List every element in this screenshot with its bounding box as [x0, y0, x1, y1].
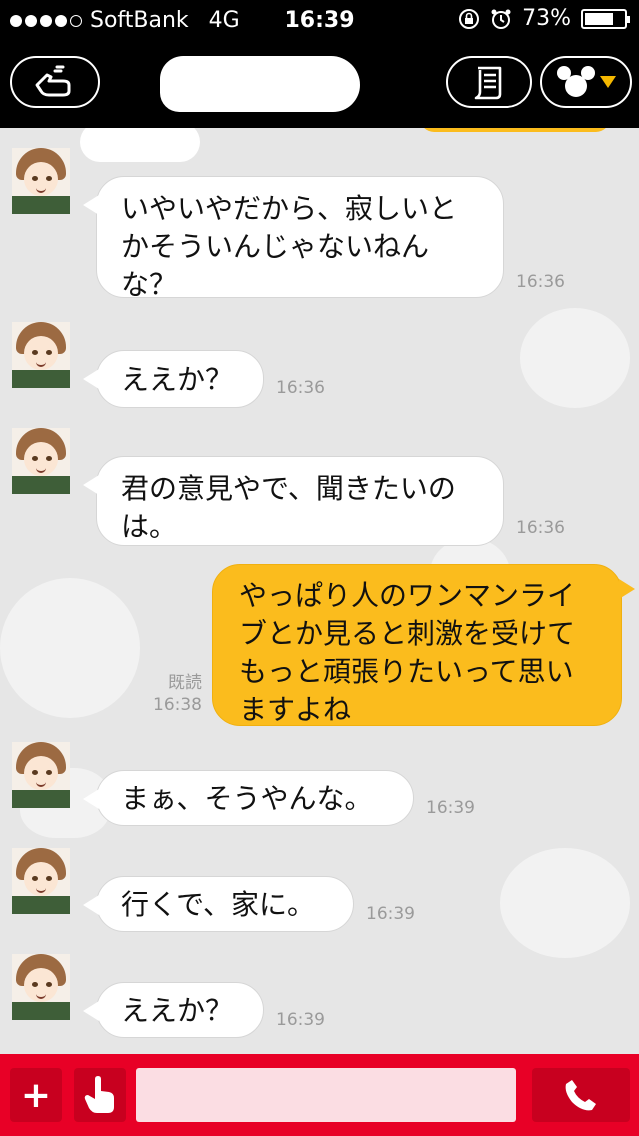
message-timestamp: 16:39 — [366, 904, 415, 924]
read-receipt: 既読 16:38 — [146, 672, 202, 716]
back-button[interactable] — [10, 56, 100, 108]
read-label: 既読 — [168, 673, 202, 693]
chat-title-redacted — [160, 56, 360, 112]
bg-pattern — [0, 578, 140, 718]
chat-area[interactable]: いやいやだから、寂しいとかそういんじゃないねんな？ 16:36 ええか？ 16:… — [0, 128, 639, 1054]
message-bubble-incoming[interactable]: まぁ、そうやんな。 — [83, 770, 414, 826]
scroll-note-icon — [474, 66, 502, 100]
hand-pointer-icon — [84, 1076, 114, 1113]
hand-back-icon — [35, 65, 71, 97]
rotation-lock-icon — [459, 8, 480, 29]
sender-avatar[interactable] — [12, 954, 70, 1020]
message-timestamp: 16:36 — [516, 518, 565, 538]
nav-bar — [0, 40, 639, 128]
battery-icon — [581, 8, 630, 29]
sender-avatar[interactable] — [12, 428, 70, 494]
sticker-button[interactable] — [74, 1068, 126, 1122]
message-bubble-incoming[interactable]: ええか？ — [83, 982, 264, 1038]
chevron-down-icon — [600, 76, 616, 88]
bg-pattern — [500, 848, 630, 958]
message-input[interactable] — [136, 1068, 516, 1122]
sender-avatar[interactable] — [12, 322, 70, 388]
input-bar: + — [0, 1054, 639, 1136]
add-attachment-button[interactable]: + — [10, 1068, 62, 1122]
message-bubble-incoming[interactable]: 行くで、家に。 — [83, 876, 354, 932]
alarm-clock-icon — [491, 9, 511, 29]
sender-avatar[interactable] — [12, 742, 70, 808]
sender-avatar[interactable] — [12, 148, 70, 214]
message-bubble-incoming[interactable]: いやいやだから、寂しいとかそういんじゃないねんな？ — [83, 176, 504, 301]
sender-avatar[interactable] — [12, 848, 70, 914]
plus-icon: + — [20, 1074, 52, 1116]
message-bubble-incoming[interactable]: 君の意見やで、聞きたいのは。 — [83, 456, 504, 546]
status-bar: SoftBank 4G 16:39 73% — [0, 0, 639, 40]
message-bubble-outgoing[interactable]: やっぱり人のワンマンライブとか見ると刺激を受けてもっと頑張りたいって思いますよね — [212, 564, 635, 726]
call-button[interactable] — [532, 1068, 630, 1122]
mickey-head-icon — [557, 66, 595, 97]
message-bubble-incoming[interactable]: ええか？ — [83, 350, 264, 408]
message-timestamp: 16:36 — [516, 272, 565, 292]
message-timestamp: 16:38 — [153, 695, 202, 715]
bg-pattern — [520, 308, 630, 408]
notes-button[interactable] — [446, 56, 532, 108]
message-timestamp: 16:39 — [276, 1010, 325, 1030]
previous-message-edge — [420, 128, 610, 132]
message-timestamp: 16:36 — [276, 378, 325, 398]
theme-menu-button[interactable] — [540, 56, 632, 108]
message-timestamp: 16:39 — [426, 798, 475, 818]
battery-percent: 73% — [522, 6, 571, 31]
phone-icon — [565, 1080, 596, 1111]
previous-message-edge-in — [80, 128, 200, 162]
